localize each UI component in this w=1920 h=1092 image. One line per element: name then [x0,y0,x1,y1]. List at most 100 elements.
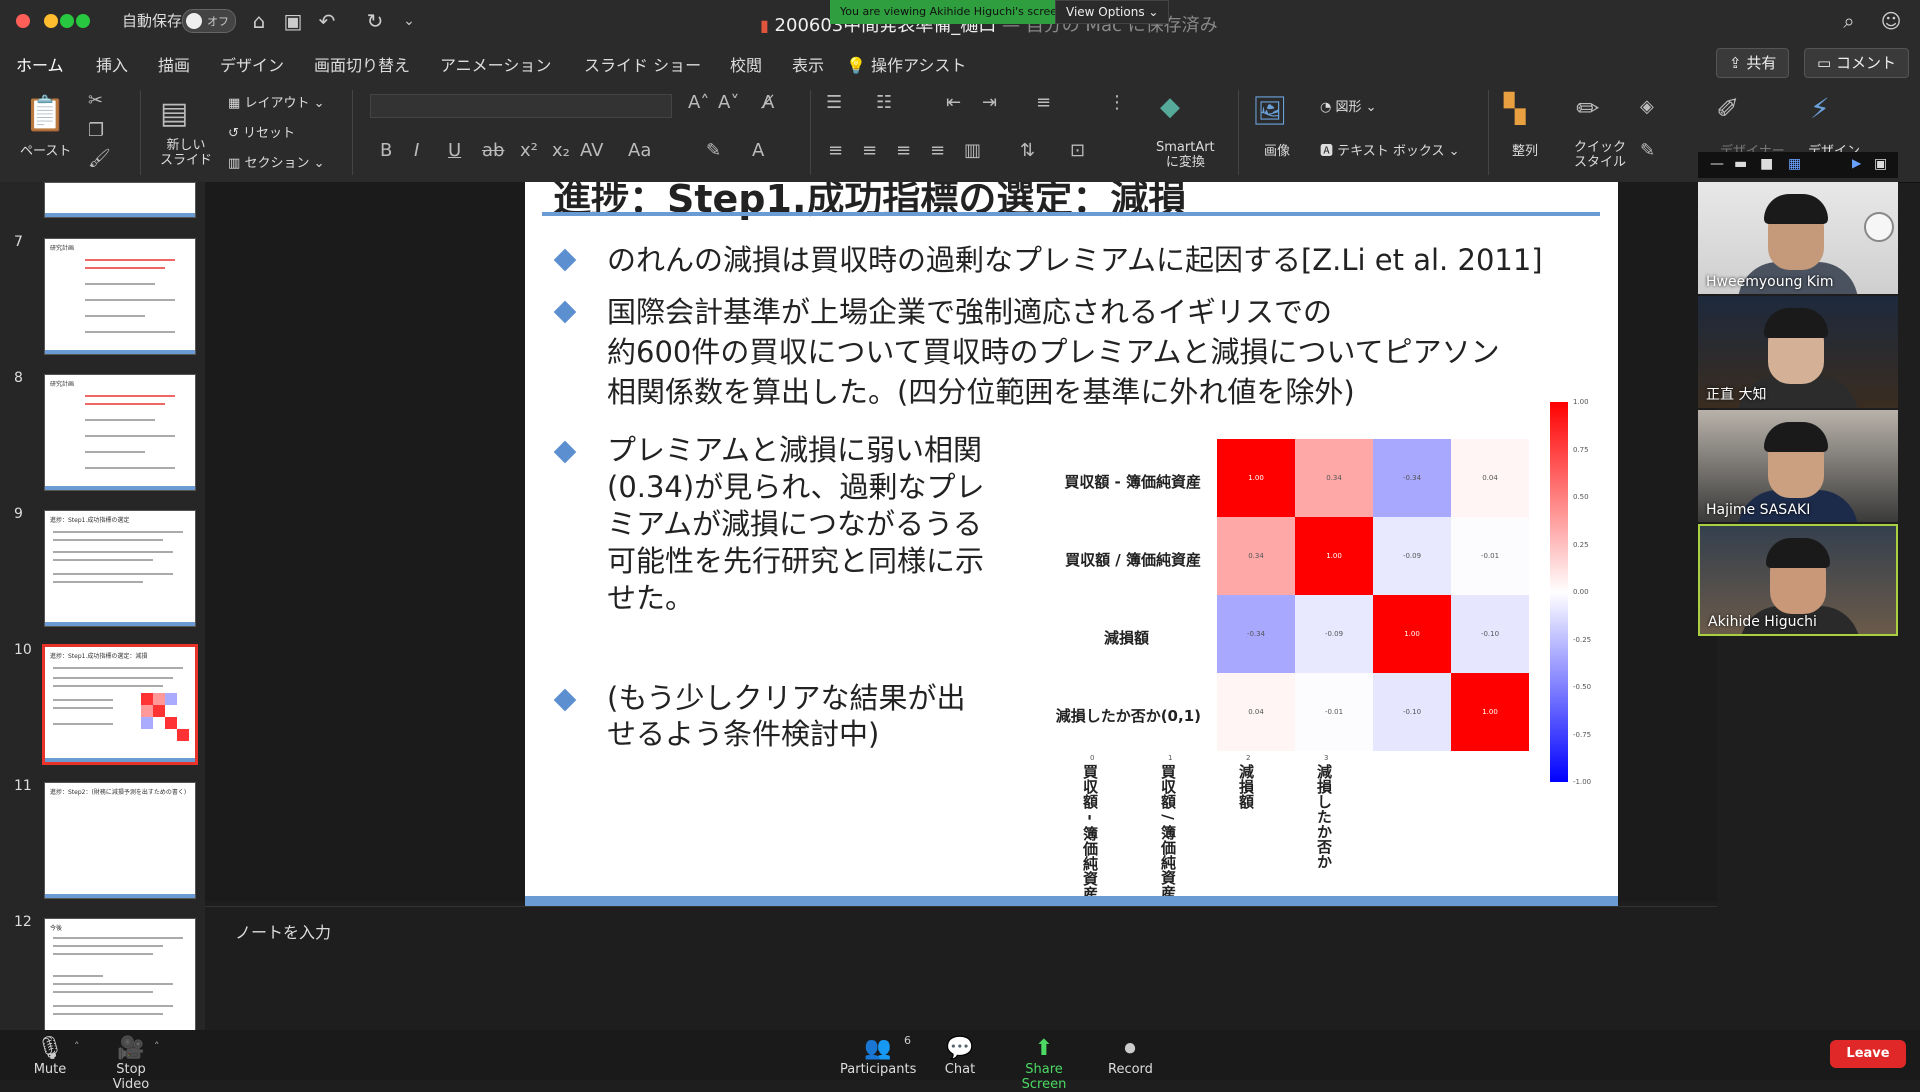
layout-button[interactable]: ▦ レイアウト ⌄ [228,92,324,111]
align-right-icon[interactable]: ≡ [896,140,911,161]
tab-insert[interactable]: 挿入 [96,52,128,76]
autosave-toggle[interactable]: オフ [182,9,236,33]
format-painter-icon[interactable]: 🖌 [88,148,111,169]
smartart-icon[interactable]: ◆ [1160,92,1180,122]
designer-icon[interactable]: ✐ [1716,92,1739,125]
subscript-icon[interactable]: x₂ [552,140,570,161]
increase-font-icon[interactable]: A˄ [688,92,709,113]
tab-design[interactable]: デザイン [220,52,284,76]
comment-button[interactable]: ▭ コメント [1804,48,1909,78]
current-slide[interactable]: 進捗：Step1.成功指標の選定：減損 のれんの減損は買収時の過剰なプレミアムに… [525,182,1618,906]
shape-outline-icon[interactable]: ✎ [1640,140,1655,161]
share-screen-button[interactable]: ⬆ Share Screen [1004,1036,1084,1092]
zoom-window-button[interactable] [60,14,74,28]
fullscreen-window-button[interactable] [76,14,90,28]
leave-meeting-button[interactable]: Leave [1830,1040,1906,1068]
arrange-label[interactable]: 整列 [1512,140,1538,159]
feedback-smiley-icon[interactable]: ☺ [1878,8,1904,34]
change-case-icon[interactable]: Aa [628,140,651,161]
participant-video-active-speaker[interactable]: Akihide Higuchi [1698,524,1898,636]
smartart-label[interactable]: SmartArt に変換 [1156,140,1215,170]
strikethrough-icon[interactable]: ab [482,140,504,161]
design-ideas-icon[interactable]: ⚡ [1810,92,1830,125]
tab-view[interactable]: 表示 [792,52,824,76]
character-spacing-icon[interactable]: AV [580,140,603,161]
decrease-font-icon[interactable]: A˅ [718,92,739,113]
line-spacing-icon[interactable]: ≡ [1036,92,1051,113]
search-icon[interactable]: ⌕ [1836,8,1862,34]
minimize-window-button[interactable] [44,14,58,28]
text-direction-icon[interactable]: ⇅ [1020,140,1035,161]
new-slide-label[interactable]: 新しい スライド [160,138,212,168]
align-center-icon[interactable]: ≡ [862,140,877,161]
increase-indent-icon[interactable]: ⇥ [982,92,997,113]
notes-placeholder[interactable]: ノートを入力 [235,919,331,943]
textbox-button[interactable]: 🅰 テキスト ボックス ⌄ [1320,140,1460,159]
columns-icon[interactable]: ▥ [964,140,981,161]
align-left-icon[interactable]: ≡ [828,140,843,161]
redo-icon[interactable]: ↻ [362,8,388,34]
shape-fill-icon[interactable]: ◈ [1640,96,1654,117]
audio-options-chevron-icon[interactable]: ˄ [74,1040,80,1053]
slide-thumbnail-11[interactable]: 進捗：Step2：(財務に減損予測を出すための書く) [44,782,196,899]
next-page-icon[interactable]: ▶ [1852,156,1861,170]
slide-thumbnail-9[interactable]: 進捗：Step1.成功指標の選定 [44,510,196,627]
reset-button[interactable]: ↺ リセット [228,122,295,141]
font-name-select[interactable] [370,94,672,118]
bullets-icon[interactable]: ☰ [826,92,842,113]
image-label[interactable]: 画像 [1264,140,1290,159]
arrange-icon[interactable]: ▚ [1504,92,1526,125]
shape-button[interactable]: ◔ 図形 ⌄ [1320,96,1377,115]
copy-icon[interactable]: ❐ [88,120,104,141]
save-icon[interactable]: ▣ [280,8,306,34]
tab-transitions[interactable]: 画面切り替え [314,52,410,76]
tab-tell-me[interactable]: 💡 操作アシスト [846,52,966,76]
undo-icon[interactable]: ↶ [314,8,340,34]
mute-button[interactable]: 🎙 Mute [30,1036,70,1077]
notes-pane[interactable]: ノートを入力 [205,906,1717,1031]
italic-icon[interactable]: I [414,140,419,161]
section-button[interactable]: ▥ セクション ⌄ [228,152,324,171]
paste-icon[interactable]: 📋 [24,94,66,134]
single-view-icon[interactable]: ▬ [1734,156,1747,172]
participant-video[interactable]: Hweemyoung Kim [1698,182,1898,294]
tab-slideshow[interactable]: スライド ショー [584,52,701,76]
tab-draw[interactable]: 描画 [158,52,190,76]
minimize-videos-icon[interactable]: — [1710,156,1724,172]
clear-formatting-icon[interactable]: A̸ [762,92,774,113]
slide-thumbnail-8[interactable]: 研究計画 [44,374,196,491]
highlight-icon[interactable]: ✎ [706,140,721,161]
justify-icon[interactable]: ≡ [930,140,945,161]
underline-icon[interactable]: U [448,140,461,161]
view-options-button[interactable]: View Options ⌄ [1055,0,1170,24]
bold-icon[interactable]: B [380,140,392,161]
image-icon[interactable]: 🖼 [1252,94,1288,127]
speaker-view-icon[interactable]: ■ [1760,156,1773,172]
gallery-view-icon[interactable]: ▦ [1788,156,1801,172]
customize-toolbar-icon[interactable]: ⌄ [396,8,422,34]
slide-thumbnail-12[interactable]: 今後 [44,918,196,1032]
quick-style-label[interactable]: クイック スタイル [1574,140,1626,170]
tab-review[interactable]: 校閲 [730,52,762,76]
decrease-indent-icon[interactable]: ⇤ [946,92,961,113]
tab-home[interactable]: ホーム [16,52,64,85]
superscript-icon[interactable]: x² [520,140,538,161]
record-button[interactable]: ⏺ Record [1108,1036,1153,1077]
slide-thumbnail-7[interactable]: 研究計画 [44,238,196,355]
participant-video[interactable]: 正直 大知 [1698,296,1898,408]
new-slide-icon[interactable]: ▤ [160,96,188,131]
exit-fullscreen-icon[interactable]: ▣ [1874,156,1887,172]
share-button[interactable]: ⇪ 共有 [1716,48,1790,78]
tab-animations[interactable]: アニメーション [440,52,551,76]
participant-video[interactable]: Hajime SASAKI [1698,410,1898,522]
cut-icon[interactable]: ✂ [88,90,103,111]
align-text-icon[interactable]: ⊡ [1070,140,1085,161]
slide-thumbnail-prev[interactable] [44,182,196,218]
numbering-icon[interactable]: ☷ [876,92,892,113]
home-icon[interactable]: ⌂ [246,8,272,34]
columns-menu-icon[interactable]: ⋮ [1108,92,1126,113]
quick-style-icon[interactable]: ✏ [1576,92,1599,125]
font-color-icon[interactable]: A [752,140,764,161]
slide-thumbnail-10-selected[interactable]: 進捗：Step1.成功指標の選定：減損 [42,644,198,765]
video-options-chevron-icon[interactable]: ˄ [154,1040,160,1053]
